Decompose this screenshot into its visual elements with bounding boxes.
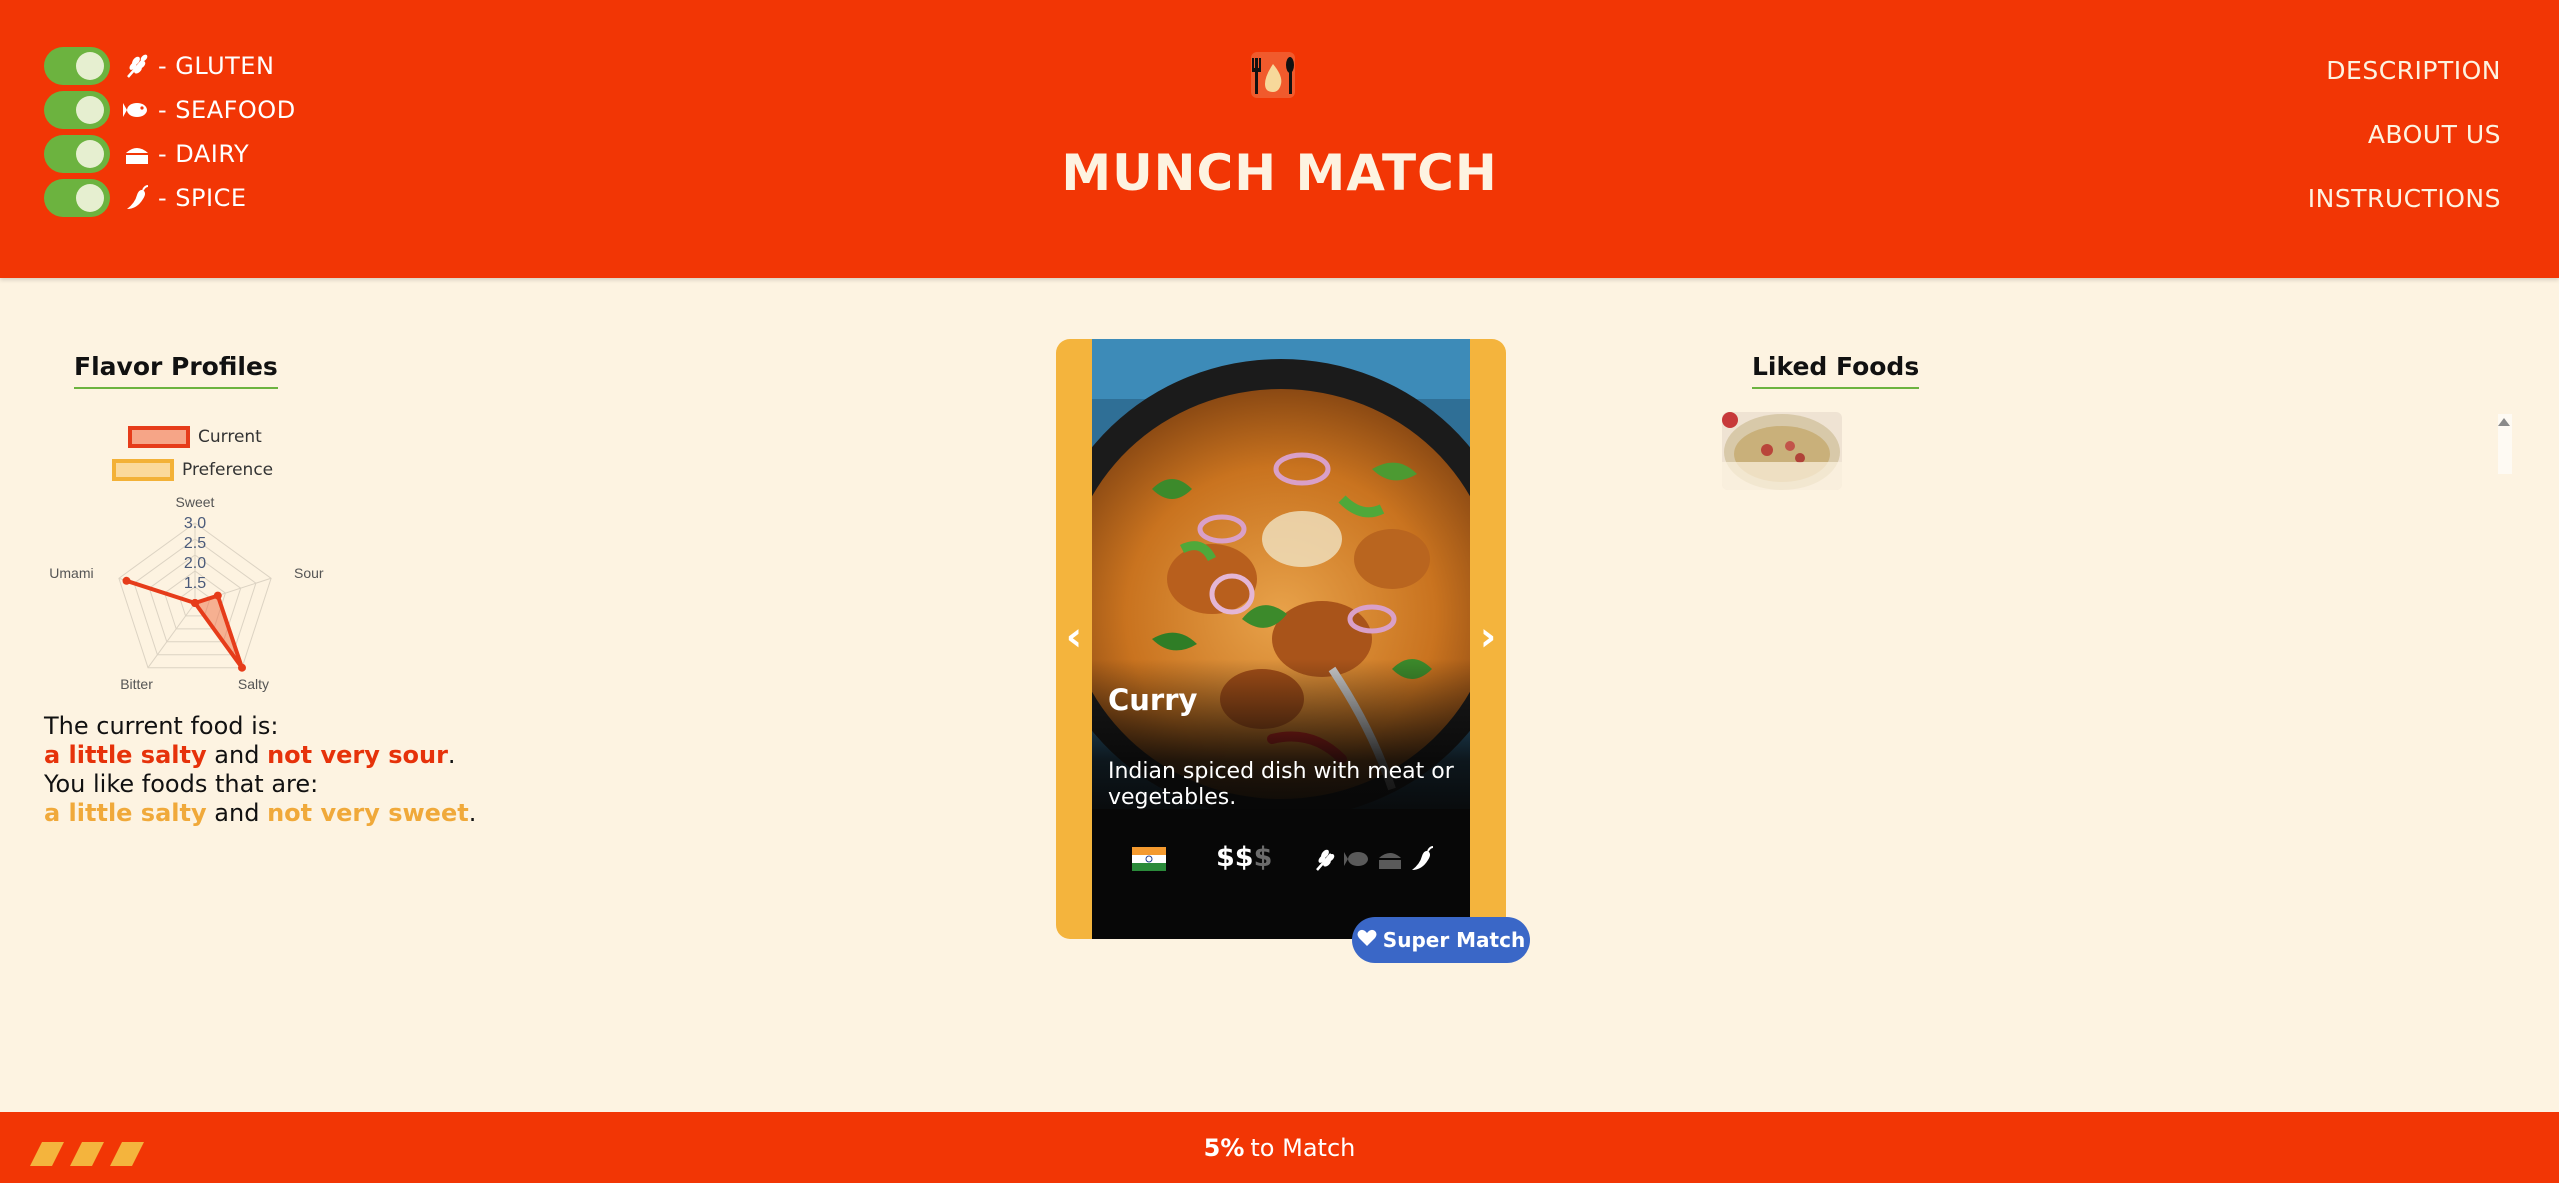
match-suffix: to Match	[1250, 1133, 1356, 1162]
app-title: MUNCH MATCH	[1061, 144, 1498, 202]
legend-preference-swatch	[112, 458, 174, 481]
gluten-label: - GLUTEN	[158, 52, 275, 80]
legend-current[interactable]: Current	[112, 420, 273, 453]
pref-traits: a little salty and not very sweet.	[44, 799, 476, 828]
card-allergen-icons	[1312, 845, 1436, 873]
radar-point	[191, 599, 199, 607]
liked-foods-title: Liked Foods	[1752, 352, 1920, 389]
radar-legend: Current Preference	[112, 420, 273, 486]
food-meta-row: $$$	[1092, 839, 1470, 879]
radar-axis-label-sour: Sour	[294, 565, 324, 581]
radar-point	[238, 663, 246, 672]
radar-spoke	[147, 602, 196, 669]
match-percent: 5%	[1203, 1133, 1245, 1162]
radar-axis-label-sweet: Sweet	[176, 495, 215, 510]
wheat-icon	[122, 51, 152, 81]
header: - GLUTEN - SEAFOOD - DAIRY - SPICE MUNCH…	[0, 0, 2559, 278]
legend-preference[interactable]: Preference	[112, 453, 273, 486]
legend-preference-label: Preference	[182, 459, 274, 480]
pref-trait-1: a little salty	[44, 799, 207, 827]
flavor-profiles-title: Flavor Profiles	[74, 352, 278, 389]
radar-tick-label: 2.0	[184, 555, 206, 572]
nav-about-us[interactable]: ABOUT US	[2308, 120, 2501, 184]
gluten-toggle[interactable]	[44, 47, 110, 85]
india-flag-icon	[1132, 847, 1166, 871]
current-period: .	[447, 741, 456, 769]
food-name: Curry	[1108, 683, 1198, 717]
pref-period: .	[468, 799, 477, 827]
radar-axis-label-umami: Umami	[50, 565, 94, 581]
food-card-body: Curry Indian spiced dish with meat or ve…	[1092, 339, 1470, 939]
price-dim: $	[1253, 842, 1273, 873]
liked-food-thumbnail[interactable]	[1722, 412, 1842, 490]
current-and: and	[206, 741, 268, 769]
food-card[interactable]: ‹ Curry Indian spiced dish with meat or …	[1056, 339, 1506, 939]
radar-axis-label-salty: Salty	[238, 676, 269, 692]
match-progress-text: 5% to Match	[0, 1112, 2559, 1183]
seafood-toggle[interactable]	[44, 91, 110, 129]
radar-axis-label-bitter: Bitter	[120, 676, 153, 692]
super-match-label: Super Match	[1382, 928, 1526, 952]
price-active: $$	[1216, 842, 1254, 873]
card-fish-icon	[1344, 845, 1372, 873]
legend-current-label: Current	[198, 426, 262, 447]
pref-trait-2: not very sweet	[267, 799, 469, 827]
heart-icon	[1357, 928, 1377, 952]
toggle-row-gluten: - GLUTEN	[44, 44, 296, 88]
card-wheat-icon	[1312, 845, 1340, 873]
radar-tick-label: 2.5	[184, 535, 206, 552]
card-cheese-icon	[1376, 845, 1404, 873]
radar-point	[213, 591, 222, 600]
card-pepper-icon	[1408, 845, 1436, 873]
seafood-label: - SEAFOOD	[158, 96, 296, 124]
radar-tick-label: 1.5	[184, 575, 206, 592]
footer-progress-bar: 5% to Match	[0, 1112, 2559, 1183]
flavor-summary: The current food is: a little salty and …	[44, 712, 476, 828]
food-description: Indian spiced dish with meat or vegetabl…	[1108, 759, 1454, 810]
current-intro: The current food is:	[44, 712, 279, 740]
scroll-up-arrow[interactable]	[2494, 414, 2514, 474]
radar-tick-label: 3.0	[184, 515, 206, 532]
logo-icon	[1245, 50, 1301, 100]
price-indicator: $$$	[1216, 842, 1272, 873]
current-trait-1: a little salty	[44, 741, 207, 769]
current-traits: a little salty and not very sour.	[44, 741, 476, 770]
legend-current-swatch	[128, 425, 190, 448]
super-match-button[interactable]: Super Match	[1352, 917, 1530, 963]
toggle-row-seafood: - SEAFOOD	[44, 88, 296, 132]
pref-and: and	[206, 799, 268, 827]
nav-instructions[interactable]: INSTRUCTIONS	[2308, 184, 2501, 248]
flavor-radar-chart: 1.5 2.0 2.5 3.0 Sweet Sour Salty Bitter Umami	[50, 495, 324, 692]
nav-menu: DESCRIPTION ABOUT US INSTRUCTIONS	[2308, 56, 2501, 248]
next-arrow-button[interactable]: ›	[1470, 614, 1506, 660]
nav-description[interactable]: DESCRIPTION	[2308, 56, 2501, 120]
pref-intro: You like foods that are:	[44, 770, 319, 798]
fish-icon	[122, 95, 152, 125]
radar-point	[122, 576, 131, 585]
prev-arrow-button[interactable]: ‹	[1056, 614, 1092, 660]
current-trait-2: not very sour	[267, 741, 448, 769]
